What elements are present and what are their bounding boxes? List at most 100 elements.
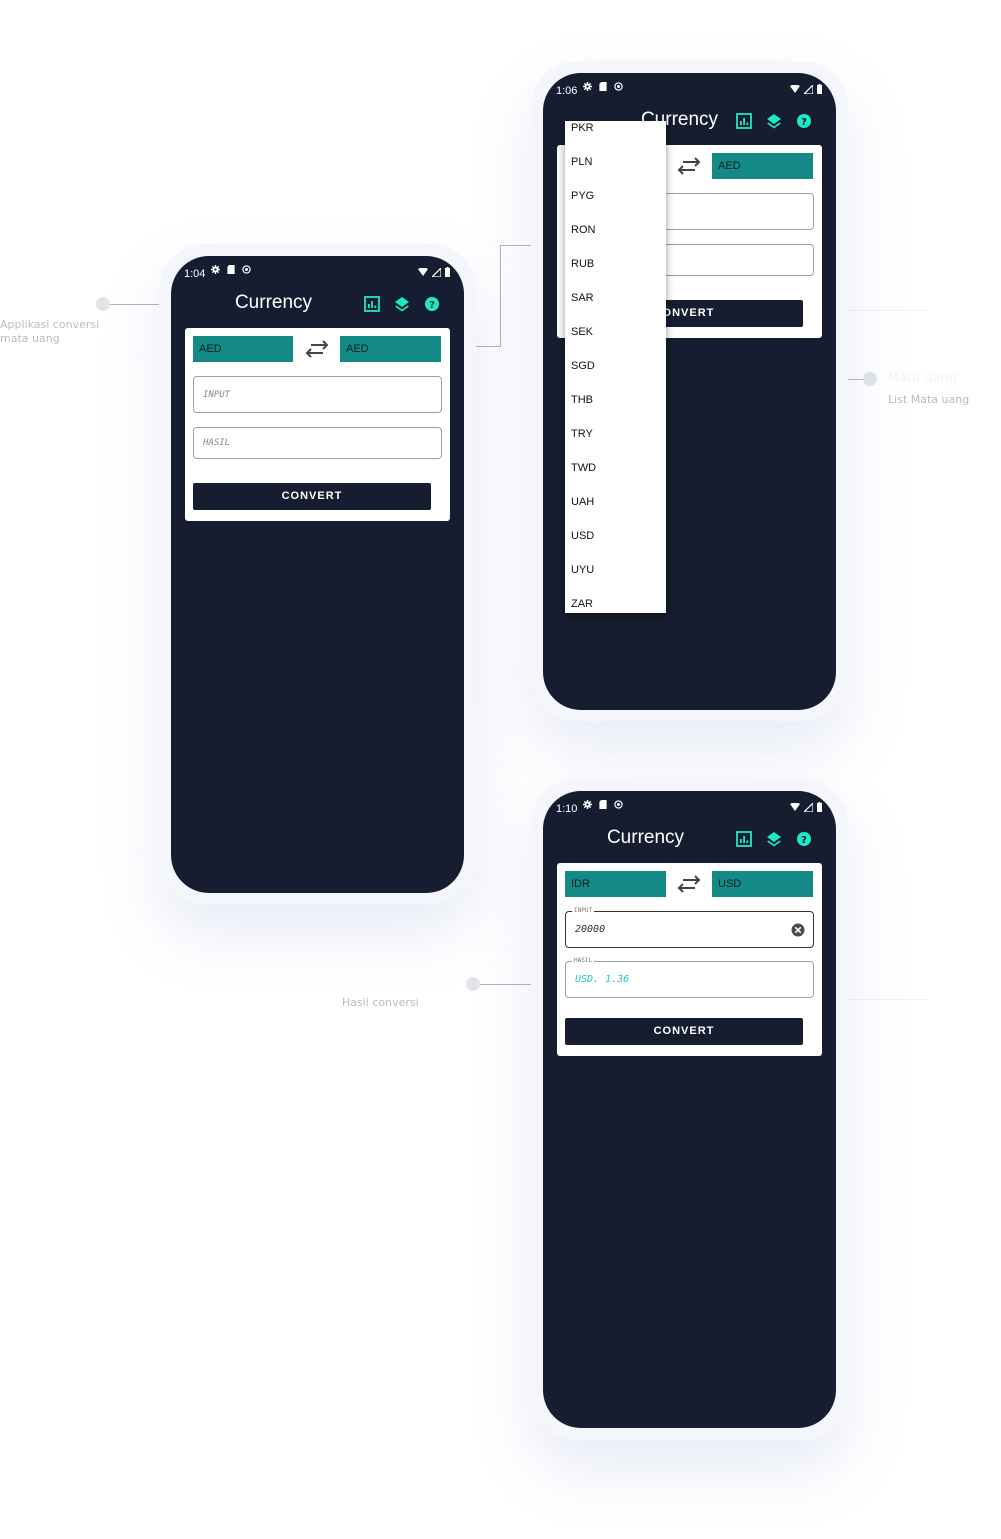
- to-currency-select[interactable]: USD: [712, 871, 813, 897]
- from-currency-select[interactable]: IDR: [565, 871, 666, 897]
- input-value: 20000: [575, 924, 606, 935]
- status-icons-right: [790, 84, 822, 94]
- convert-button[interactable]: CONVERT: [193, 483, 431, 510]
- connector-line: [500, 245, 501, 346]
- sd-card-icon: [599, 82, 607, 91]
- signal-icon: [804, 84, 813, 94]
- currency-option[interactable]: TWD: [571, 462, 596, 474]
- status-bar: 1:04: [171, 256, 464, 290]
- swap-icon[interactable]: [677, 156, 701, 176]
- sync-icon: [614, 82, 623, 91]
- app-bar-actions: ?: [736, 831, 812, 847]
- settings-icon: [583, 82, 592, 91]
- annotation-app-desc-line1: Applikasi conversi: [0, 318, 100, 331]
- svg-text:?: ?: [801, 835, 807, 846]
- battery-icon: [445, 267, 450, 277]
- input-field[interactable]: INPUT: [193, 376, 442, 413]
- currency-option[interactable]: PYG: [571, 190, 594, 202]
- phone-screen-3: 1:10 Currency ? IDR USD INPUT 20000 HASI…: [543, 791, 836, 1428]
- annotation-dot: [96, 297, 110, 311]
- svg-text:?: ?: [801, 117, 807, 128]
- result-field[interactable]: HASIL: [193, 427, 442, 459]
- currency-option[interactable]: SAR: [571, 292, 594, 304]
- annotation-list-desc: List Mata uang: [888, 393, 970, 406]
- currency-option[interactable]: RON: [571, 224, 595, 236]
- sd-card-icon: [227, 265, 235, 274]
- sync-icon: [614, 800, 623, 809]
- signal-icon: [432, 267, 441, 277]
- wifi-icon: [418, 268, 428, 276]
- status-time: 1:04: [184, 268, 206, 280]
- to-currency-select[interactable]: AED: [340, 336, 441, 362]
- app-bar: Currency ?: [171, 290, 464, 326]
- result-label: HASIL: [572, 957, 595, 964]
- help-icon[interactable]: ?: [424, 296, 440, 312]
- annotation-list-title: Mata uang: [888, 371, 958, 386]
- currency-option[interactable]: SGD: [571, 360, 595, 372]
- status-icons-left: [583, 82, 623, 91]
- currency-option[interactable]: RUB: [571, 258, 594, 270]
- currency-option[interactable]: ZAR: [571, 598, 593, 610]
- layers-icon[interactable]: [766, 113, 782, 129]
- swap-icon[interactable]: [677, 874, 701, 894]
- input-placeholder: INPUT: [203, 390, 231, 400]
- app-title: Currency: [234, 292, 313, 313]
- currency-option[interactable]: UAH: [571, 496, 594, 508]
- wifi-icon: [790, 803, 800, 811]
- layers-icon[interactable]: [766, 831, 782, 847]
- status-bar: 1:06: [543, 73, 836, 107]
- currency-option[interactable]: TRY: [571, 428, 593, 440]
- app-bar: Currency ?: [543, 825, 836, 861]
- currency-option[interactable]: THB: [571, 394, 593, 406]
- annotation-app-desc-line2: mata uang: [0, 332, 60, 345]
- currency-option[interactable]: PKR: [571, 122, 594, 134]
- chart-icon[interactable]: [736, 113, 752, 129]
- swap-icon[interactable]: [305, 339, 329, 359]
- to-currency-select[interactable]: AED: [712, 153, 813, 179]
- status-bar: 1:10: [543, 791, 836, 825]
- status-time: 1:10: [556, 803, 578, 815]
- converter-card: AED AED INPUT HASIL CONVERT: [185, 328, 450, 521]
- currency-option[interactable]: USD: [571, 530, 594, 542]
- currency-option[interactable]: PLN: [571, 156, 592, 168]
- chart-icon[interactable]: [364, 296, 380, 312]
- annotation-result-desc: Hasil conversi: [342, 996, 419, 1009]
- annotation-app-desc: Applikasi conversi mata uang: [0, 318, 99, 346]
- annotation-dot: [863, 372, 877, 386]
- clear-icon[interactable]: [791, 923, 805, 937]
- result-placeholder: HASIL: [203, 438, 231, 448]
- phone-screen-1: 1:04 Currency ? AED AED INPUT HASIL CONV…: [171, 256, 464, 893]
- sync-icon: [242, 265, 251, 274]
- input-label: INPUT: [572, 907, 595, 914]
- status-icons-left: [211, 265, 251, 274]
- sd-card-icon: [599, 800, 607, 809]
- convert-button[interactable]: CONVERT: [565, 1018, 803, 1045]
- signal-icon: [804, 802, 813, 812]
- battery-icon: [817, 802, 822, 812]
- app-title: Currency: [606, 827, 685, 848]
- svg-text:?: ?: [429, 300, 435, 311]
- from-currency-select[interactable]: AED: [193, 336, 293, 362]
- app-bar-actions: ?: [364, 296, 440, 312]
- status-time: 1:06: [556, 85, 578, 97]
- result-value: USD. 1.36: [575, 974, 630, 985]
- layers-icon[interactable]: [394, 296, 410, 312]
- input-field[interactable]: INPUT 20000: [565, 907, 814, 948]
- converter-card: IDR USD INPUT 20000 HASIL USD. 1.36 CONV…: [557, 863, 822, 1056]
- app-bar-actions: ?: [736, 113, 812, 129]
- status-icons-left: [583, 800, 623, 809]
- help-icon[interactable]: ?: [796, 113, 812, 129]
- status-icons-right: [418, 267, 450, 277]
- battery-icon: [817, 84, 822, 94]
- chart-icon[interactable]: [736, 831, 752, 847]
- phone-screen-2: 1:06 Currency ? AED CONVERT PKR PLN PYG RON…: [543, 73, 836, 710]
- currency-dropdown-list[interactable]: PKR PLN PYG RON RUB SAR SEK SGD THB TRY TWD UAH USD U…: [565, 121, 666, 613]
- help-icon[interactable]: ?: [796, 831, 812, 847]
- settings-icon: [211, 265, 220, 274]
- wifi-icon: [790, 85, 800, 93]
- result-field[interactable]: HASIL USD. 1.36: [565, 957, 814, 998]
- currency-option[interactable]: UYU: [571, 564, 594, 576]
- annotation-dot: [466, 977, 480, 991]
- settings-icon: [583, 800, 592, 809]
- currency-option[interactable]: SEK: [571, 326, 593, 338]
